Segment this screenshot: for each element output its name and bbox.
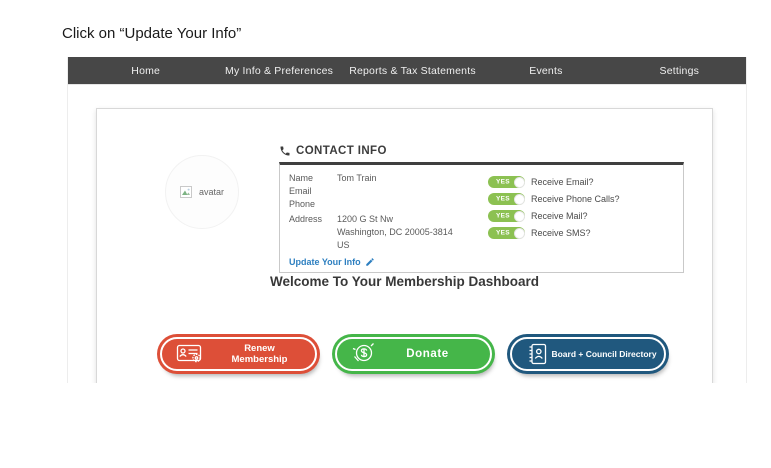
pref-row-sms: YES Receive SMS? — [488, 227, 620, 239]
nav-item-settings[interactable]: Settings — [613, 65, 746, 77]
donate-button[interactable]: Donate — [335, 337, 492, 371]
main-navbar: Home My Info & Preferences Reports & Tax… — [68, 57, 746, 84]
toggle-knob — [514, 211, 525, 222]
avatar-alt-text: avatar — [199, 187, 224, 197]
toggle-knob — [514, 177, 525, 188]
communication-preferences: YES Receive Email? YES Receive Phone Cal… — [488, 176, 620, 244]
pencil-icon — [365, 257, 375, 267]
donate-label: Donate — [377, 348, 490, 360]
welcome-heading: Welcome To Your Membership Dashboard — [97, 274, 712, 289]
address-line: 1200 G St Nw — [337, 213, 453, 226]
contact-info-header: CONTACT INFO — [279, 145, 387, 157]
toggle-knob — [514, 228, 525, 239]
nav-item-reports-tax-statements[interactable]: Reports & Tax Statements — [346, 65, 479, 77]
pref-label: Receive SMS? — [531, 228, 591, 238]
contact-field-name: Name Tom Train — [289, 172, 453, 185]
field-value: Tom Train — [337, 172, 377, 185]
contact-field-email: Email — [289, 185, 453, 198]
receive-sms-toggle[interactable]: YES — [488, 227, 525, 239]
dashboard-card: avatar CONTACT INFO Name Tom Train — [96, 108, 713, 383]
pref-row-phone-calls: YES Receive Phone Calls? — [488, 193, 620, 205]
instruction-text: Click on “Update Your Info” — [62, 25, 241, 42]
pref-row-mail: YES Receive Mail? — [488, 210, 620, 222]
dashboard-viewport: Home My Info & Preferences Reports & Tax… — [67, 57, 747, 383]
donate-hand-icon — [351, 342, 377, 366]
toggle-state: YES — [496, 213, 510, 220]
receive-email-toggle[interactable]: YES — [488, 176, 525, 188]
pref-label: Receive Email? — [531, 177, 594, 187]
update-your-info-link[interactable]: Update Your Info — [289, 257, 375, 267]
receive-mail-toggle[interactable]: YES — [488, 210, 525, 222]
broken-image-icon — [180, 186, 192, 198]
field-label: Address — [289, 213, 337, 252]
nav-item-home[interactable]: Home — [79, 65, 212, 77]
contact-info-title: CONTACT INFO — [296, 145, 387, 157]
field-label: Name — [289, 172, 337, 185]
toggle-knob — [514, 194, 525, 205]
field-label: Phone — [289, 198, 337, 211]
address-line: US — [337, 239, 453, 252]
renew-membership-label: Renew Membership — [204, 343, 315, 365]
pref-label: Receive Mail? — [531, 211, 588, 221]
contact-fields: Name Tom Train Email Phone Address — [289, 172, 453, 270]
directory-book-icon — [526, 342, 550, 366]
nav-item-my-info-preferences[interactable]: My Info & Preferences — [212, 65, 345, 77]
toggle-state: YES — [496, 196, 510, 203]
membership-card-icon — [176, 343, 204, 365]
pref-label: Receive Phone Calls? — [531, 194, 620, 204]
phone-icon — [279, 145, 291, 157]
toggle-state: YES — [496, 230, 510, 237]
receive-phone-calls-toggle[interactable]: YES — [488, 193, 525, 205]
contact-field-phone: Phone — [289, 198, 453, 211]
avatar: avatar — [165, 155, 239, 229]
nav-item-events[interactable]: Events — [479, 65, 612, 77]
renew-membership-button[interactable]: Renew Membership — [160, 337, 317, 371]
board-council-directory-label: Board + Council Directory — [550, 349, 664, 359]
address-line: Washington, DC 20005-3814 — [337, 226, 453, 239]
update-your-info-label: Update Your Info — [289, 257, 361, 267]
page: Click on “Update Your Info” Home My Info… — [0, 0, 771, 468]
contact-field-address: Address 1200 G St Nw Washington, DC 2000… — [289, 213, 453, 252]
field-label: Email — [289, 185, 337, 198]
field-value: 1200 G St Nw Washington, DC 20005-3814 U… — [337, 213, 453, 252]
pref-row-email: YES Receive Email? — [488, 176, 620, 188]
contact-info-box: Name Tom Train Email Phone Address — [279, 162, 684, 273]
board-council-directory-button[interactable]: Board + Council Directory — [510, 337, 666, 371]
toggle-state: YES — [496, 179, 510, 186]
